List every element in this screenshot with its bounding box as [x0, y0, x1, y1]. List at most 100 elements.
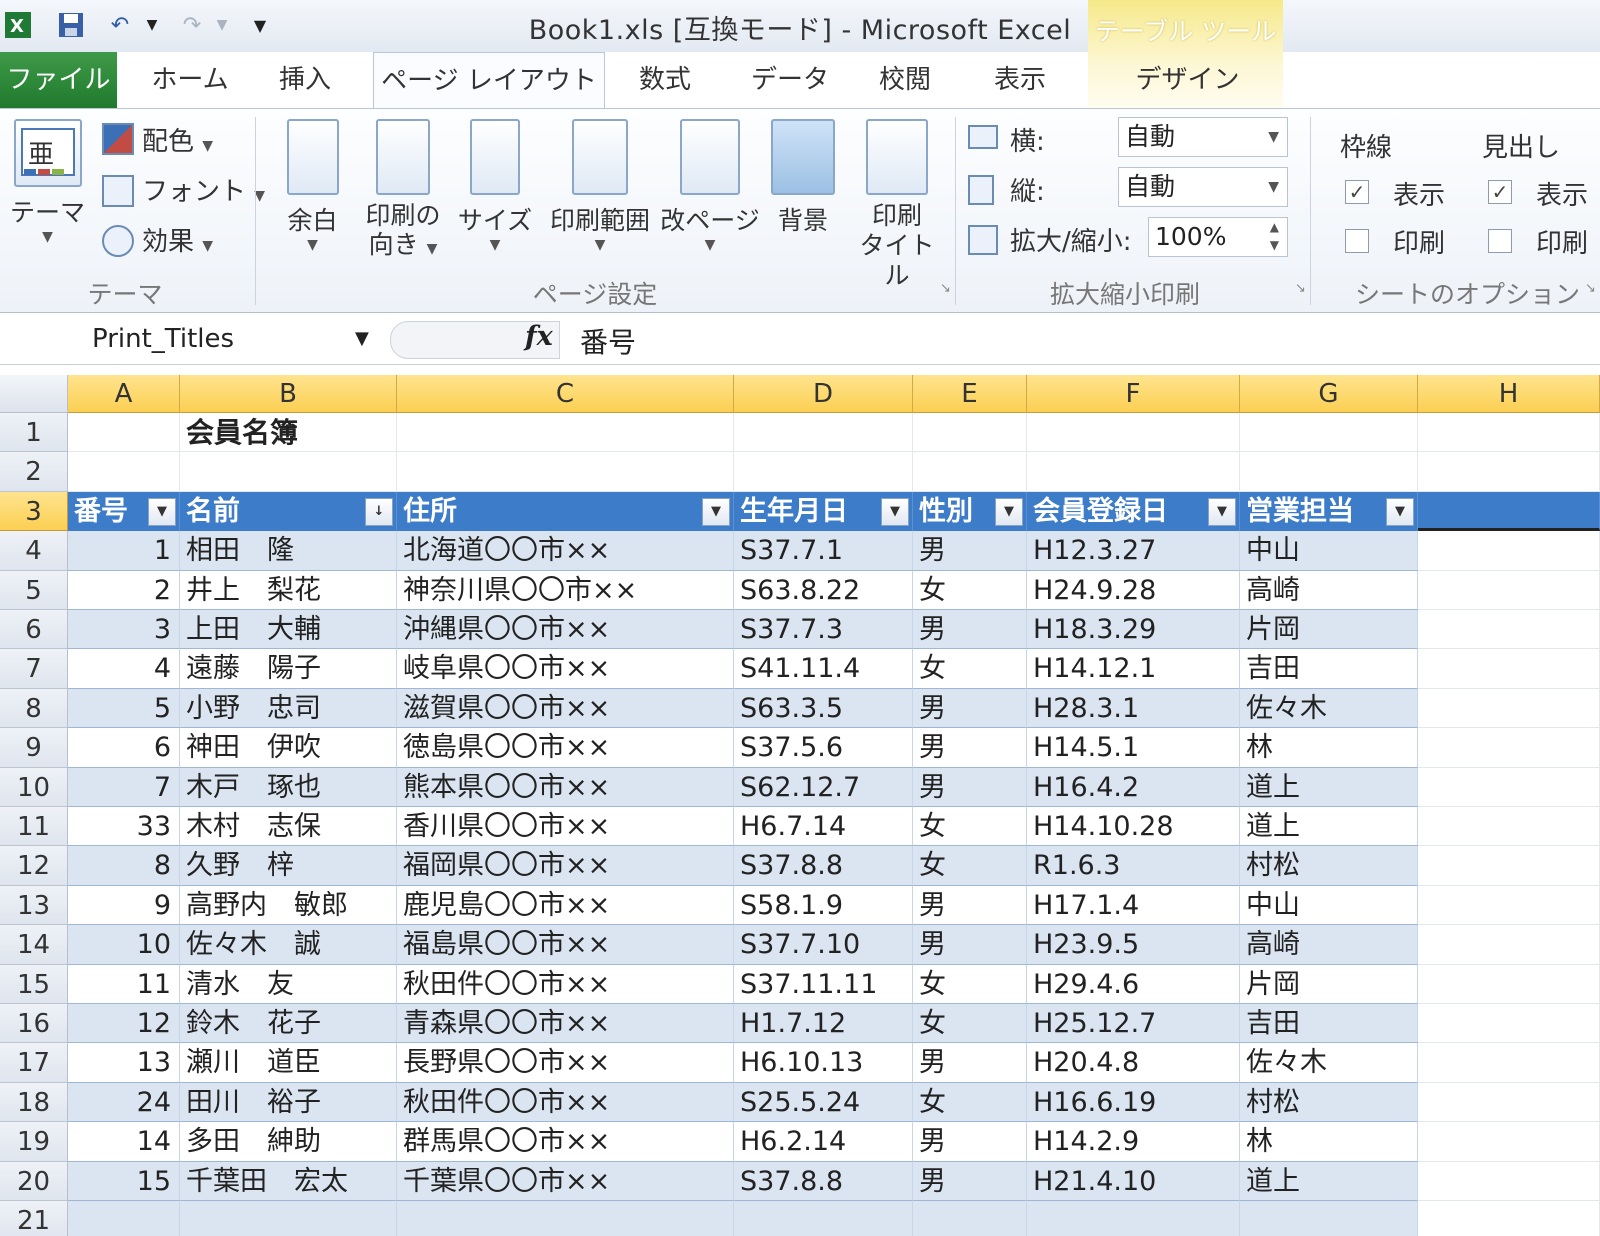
- empty-cell[interactable]: [1418, 925, 1600, 965]
- empty-cell[interactable]: [180, 452, 397, 492]
- table-cell[interactable]: 佐々木: [1240, 1043, 1418, 1083]
- table-cell[interactable]: H14.12.1: [1027, 649, 1240, 689]
- table-cell[interactable]: S37.8.8: [734, 846, 913, 886]
- table-cell[interactable]: 岐阜県〇〇市××: [397, 649, 734, 689]
- worksheet-grid[interactable]: ABCDEFGH 1 2 3 4 5 6 7 8 9 10 11 12 13 14 15 16 17 18 19 20…: [0, 375, 1600, 1236]
- headings-view-checkbox[interactable]: ✓: [1488, 180, 1512, 204]
- table-cell[interactable]: 遠藤 陽子: [180, 649, 397, 689]
- row-header-21[interactable]: 21: [0, 1201, 68, 1236]
- scale-launcher-icon[interactable]: ↘: [1295, 281, 1306, 296]
- table-cell[interactable]: 滋賀県〇〇市××: [397, 688, 734, 729]
- breaks-button[interactable]: 改ページ ▼: [660, 119, 760, 253]
- row-header-20[interactable]: 20: [0, 1161, 68, 1201]
- table-cell[interactable]: H6.7.14: [734, 807, 913, 847]
- table-cell[interactable]: 12: [68, 1004, 180, 1044]
- empty-cell[interactable]: [1418, 1122, 1600, 1162]
- row-header-14[interactable]: 14: [0, 925, 68, 965]
- table-cell[interactable]: H25.12.7: [1027, 1004, 1240, 1044]
- row-header-19[interactable]: 19: [0, 1122, 68, 1162]
- empty-cell[interactable]: [397, 413, 734, 453]
- row-header-2[interactable]: 2: [0, 452, 68, 492]
- margins-button[interactable]: 余白 ▼: [275, 119, 350, 253]
- table-header-cell[interactable]: 性別 ▼: [913, 491, 1027, 532]
- empty-cell[interactable]: [1027, 452, 1240, 492]
- table-cell[interactable]: S37.11.11: [734, 964, 913, 1004]
- empty-cell[interactable]: [1418, 1004, 1600, 1044]
- table-cell[interactable]: H18.3.29: [1027, 610, 1240, 650]
- empty-cell[interactable]: [1418, 1082, 1600, 1123]
- empty-cell[interactable]: [1418, 1043, 1600, 1083]
- table-cell[interactable]: 徳島県〇〇市××: [397, 728, 734, 768]
- table-cell[interactable]: 小野 忠司: [180, 688, 397, 729]
- name-box[interactable]: Print_Titles: [0, 319, 380, 359]
- table-cell[interactable]: H29.4.6: [1027, 964, 1240, 1004]
- partial-row-cell[interactable]: [913, 1201, 1027, 1236]
- row-header-18[interactable]: 18: [0, 1082, 68, 1123]
- table-cell[interactable]: S58.1.9: [734, 885, 913, 926]
- table-cell[interactable]: 7: [68, 767, 180, 807]
- table-cell[interactable]: 沖縄県〇〇市××: [397, 610, 734, 650]
- table-cell[interactable]: 林: [1240, 1122, 1418, 1162]
- row-header-12[interactable]: 12: [0, 846, 68, 886]
- height-combo[interactable]: 自動 ▼: [1118, 167, 1288, 207]
- table-cell[interactable]: 高崎: [1240, 570, 1418, 610]
- table-header-cell[interactable]: 会員登録日 ▼: [1027, 491, 1240, 532]
- table-cell[interactable]: 8: [68, 846, 180, 886]
- table-cell[interactable]: 男: [913, 728, 1027, 768]
- table-cell[interactable]: 吉田: [1240, 1004, 1418, 1044]
- empty-cell[interactable]: [1418, 728, 1600, 768]
- size-button[interactable]: サイズ ▼: [455, 119, 535, 253]
- themes-button[interactable]: 亜 テーマ ▼: [10, 119, 85, 245]
- empty-cell[interactable]: [1418, 1161, 1600, 1201]
- table-cell[interactable]: 6: [68, 728, 180, 768]
- table-cell[interactable]: 林: [1240, 728, 1418, 768]
- table-cell[interactable]: 福岡県〇〇市××: [397, 846, 734, 886]
- table-cell[interactable]: H6.2.14: [734, 1122, 913, 1162]
- empty-cell[interactable]: [1418, 688, 1600, 729]
- table-cell[interactable]: 男: [913, 1122, 1027, 1162]
- filter-dropdown-icon[interactable]: ▼: [995, 497, 1023, 526]
- empty-cell[interactable]: [1418, 413, 1600, 453]
- tab-review[interactable]: 校閲: [860, 52, 950, 108]
- table-cell[interactable]: 久野 梓: [180, 846, 397, 886]
- table-cell[interactable]: H14.2.9: [1027, 1122, 1240, 1162]
- table-cell[interactable]: 11: [68, 964, 180, 1004]
- empty-cell[interactable]: [68, 452, 180, 492]
- filter-dropdown-icon[interactable]: ▼: [1208, 497, 1236, 526]
- row-header-5[interactable]: 5: [0, 570, 68, 610]
- row-header-10[interactable]: 10: [0, 767, 68, 807]
- table-cell[interactable]: 9: [68, 885, 180, 926]
- table-cell[interactable]: 上田 大輔: [180, 610, 397, 650]
- empty-cell[interactable]: [1418, 531, 1600, 571]
- scale-spinner[interactable]: 100% ▲ ▼: [1148, 217, 1288, 257]
- page-setup-launcher-icon[interactable]: ↘: [940, 281, 951, 296]
- table-cell[interactable]: H28.3.1: [1027, 688, 1240, 729]
- insert-function-icon[interactable]: fx: [525, 321, 553, 352]
- table-cell[interactable]: S37.5.6: [734, 728, 913, 768]
- tab-view[interactable]: 表示: [975, 52, 1065, 108]
- table-cell[interactable]: 2: [68, 570, 180, 610]
- table-cell[interactable]: 高野内 敏郎: [180, 885, 397, 926]
- row-header-17[interactable]: 17: [0, 1043, 68, 1083]
- table-cell[interactable]: 道上: [1240, 767, 1418, 807]
- table-cell[interactable]: 青森県〇〇市××: [397, 1004, 734, 1044]
- table-cell[interactable]: 3: [68, 610, 180, 650]
- column-header-b[interactable]: B: [180, 375, 397, 413]
- background-button[interactable]: 背景: [768, 119, 838, 237]
- table-cell[interactable]: H6.10.13: [734, 1043, 913, 1083]
- row-header-13[interactable]: 13: [0, 885, 68, 926]
- table-cell[interactable]: 神奈川県〇〇市××: [397, 570, 734, 610]
- empty-cell[interactable]: [913, 452, 1027, 492]
- table-cell[interactable]: S37.7.10: [734, 925, 913, 965]
- partial-row-cell[interactable]: [1027, 1201, 1240, 1236]
- column-header-d[interactable]: D: [734, 375, 913, 413]
- name-box-dropdown-icon[interactable]: ▼: [355, 319, 369, 359]
- table-cell[interactable]: 女: [913, 964, 1027, 1004]
- row-header-15[interactable]: 15: [0, 964, 68, 1004]
- column-header-a[interactable]: A: [68, 375, 180, 413]
- table-cell[interactable]: 片岡: [1240, 964, 1418, 1004]
- table-header-cell[interactable]: 生年月日 ▼: [734, 491, 913, 532]
- table-cell[interactable]: 木村 志保: [180, 807, 397, 847]
- table-cell[interactable]: S25.5.24: [734, 1082, 913, 1123]
- sheet-options-launcher-icon[interactable]: ↘: [1585, 281, 1596, 296]
